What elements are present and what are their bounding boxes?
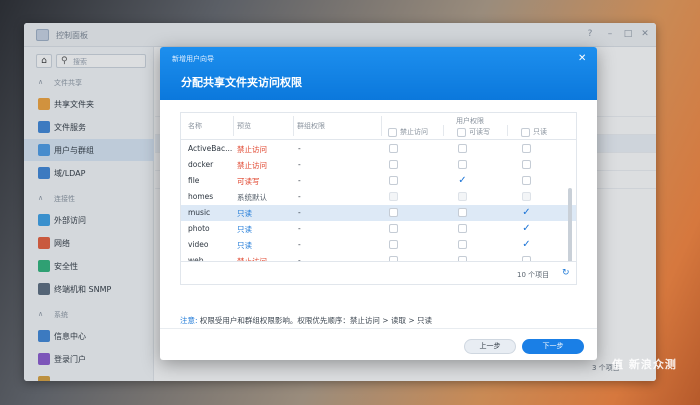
watermark-logo: 值 新浪众测 — [612, 358, 677, 371]
preview-permission: 禁止访问 — [237, 145, 267, 154]
preview-permission: 只读 — [237, 209, 252, 218]
table-row[interactable]: music 只读 - ✓ — [181, 205, 576, 221]
no-access-checkbox[interactable] — [389, 208, 398, 217]
header-divider — [181, 139, 576, 140]
share-name: docker — [188, 160, 214, 169]
share-name: file — [188, 176, 200, 185]
read-only-checkbox[interactable] — [522, 144, 531, 153]
column-divider — [233, 116, 234, 136]
share-name: video — [188, 240, 209, 249]
table-row[interactable]: docker 禁止访问 - — [181, 157, 576, 173]
note-text: 权限受用户和群组权限影响。权限优先顺序：禁止访问 > 读取 > 只读 — [199, 316, 433, 325]
column-header-no-access: 禁止访问 — [400, 128, 428, 136]
column-header-name[interactable]: 名称 — [188, 121, 202, 131]
no-access-checkbox[interactable] — [389, 192, 398, 201]
permission-note: 注意: 权限受用户和群组权限影响。权限优先顺序：禁止访问 > 读取 > 只读 — [180, 315, 432, 326]
footer-divider — [160, 328, 597, 329]
column-divider — [381, 116, 382, 136]
preview-permission: 禁止访问 — [237, 161, 267, 170]
column-header-group-permission[interactable]: 群组权限 — [297, 121, 325, 131]
group-permission: - — [298, 144, 301, 153]
permissions-table: 名称 预览 群组权限 用户权限 禁止访问 可读写 只读 ActiveBac...… — [180, 112, 577, 285]
checkmark-icon[interactable]: ✓ — [521, 207, 532, 218]
read-only-checkbox[interactable] — [522, 176, 531, 185]
table-row[interactable]: file 可读写 - ✓ — [181, 173, 576, 189]
column-header-read-write: 可读写 — [469, 128, 490, 136]
checkmark-icon[interactable]: ✓ — [457, 175, 468, 186]
preview-permission: 只读 — [237, 241, 252, 250]
share-name: photo — [188, 224, 210, 233]
no-access-checkbox[interactable] — [389, 160, 398, 169]
refresh-icon[interactable]: ↻ — [562, 268, 570, 278]
create-user-wizard: 新增用户向导 ✕ 分配共享文件夹访问权限 名称 预览 群组权限 用户权限 禁止访… — [160, 47, 597, 360]
checkmark-icon[interactable]: ✓ — [521, 239, 532, 250]
column-divider — [293, 116, 294, 136]
no-access-checkbox[interactable] — [389, 176, 398, 185]
group-permission: - — [298, 240, 301, 249]
read-write-checkbox[interactable] — [458, 240, 467, 249]
no-access-all-checkbox[interactable] — [388, 128, 397, 137]
column-header-user-permission: 用户权限 — [456, 117, 484, 125]
wizard-small-title: 新增用户向导 — [172, 55, 214, 63]
item-count: 10 个项目 — [517, 271, 550, 279]
read-only-checkbox[interactable] — [522, 192, 531, 201]
group-permission: - — [298, 208, 301, 217]
no-access-checkbox[interactable] — [389, 224, 398, 233]
group-permission: - — [298, 160, 301, 169]
share-name: homes — [188, 192, 214, 201]
read-only-all-checkbox[interactable] — [521, 128, 530, 137]
column-divider — [443, 125, 444, 136]
read-write-checkbox[interactable] — [458, 192, 467, 201]
wizard-title: 分配共享文件夹访问权限 — [181, 76, 302, 89]
read-write-all-checkbox[interactable] — [457, 128, 466, 137]
close-icon[interactable]: ✕ — [578, 53, 586, 64]
preview-permission: 可读写 — [237, 177, 260, 186]
group-permission: - — [298, 192, 301, 201]
read-only-checkbox[interactable] — [522, 160, 531, 169]
no-access-checkbox[interactable] — [389, 240, 398, 249]
preview-permission: 只读 — [237, 225, 252, 234]
column-divider — [507, 125, 508, 136]
share-name: ActiveBac... — [188, 144, 233, 153]
group-permission: - — [298, 224, 301, 233]
no-access-checkbox[interactable] — [389, 144, 398, 153]
table-row[interactable]: video 只读 - ✓ — [181, 237, 576, 253]
group-permission: - — [298, 176, 301, 185]
column-header-read-only: 只读 — [533, 128, 547, 136]
table-row[interactable]: ActiveBac... 禁止访问 - — [181, 141, 576, 157]
wizard-header: 新增用户向导 ✕ 分配共享文件夹访问权限 — [160, 47, 597, 100]
preview-permission: 系统默认 — [237, 193, 267, 202]
table-row[interactable]: photo 只读 - ✓ — [181, 221, 576, 237]
column-header-preview[interactable]: 预览 — [237, 121, 251, 131]
read-write-checkbox[interactable] — [458, 208, 467, 217]
read-write-checkbox[interactable] — [458, 160, 467, 169]
previous-button[interactable]: 上一步 — [464, 339, 516, 354]
table-row[interactable]: homes 系统默认 - — [181, 189, 576, 205]
note-label: 注意: — [180, 316, 198, 325]
table-footer: 10 个项目 ↻ — [181, 261, 576, 284]
read-write-checkbox[interactable] — [458, 144, 467, 153]
read-write-checkbox[interactable] — [458, 224, 467, 233]
next-button[interactable]: 下一步 — [522, 339, 584, 354]
checkmark-icon[interactable]: ✓ — [521, 223, 532, 234]
share-name: music — [188, 208, 211, 217]
